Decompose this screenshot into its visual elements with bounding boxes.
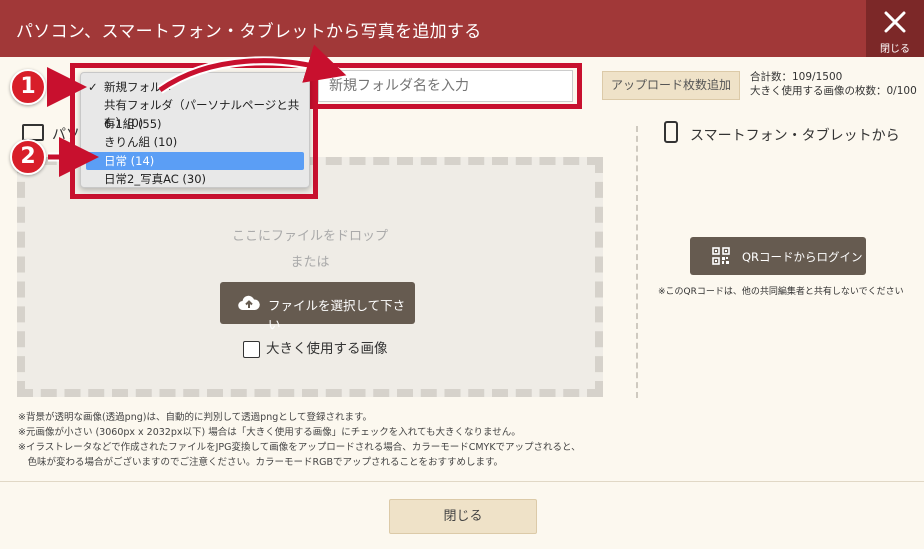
dialog-header: パソコン、スマートフォン・タブレットから写真を追加する 閉じる bbox=[0, 0, 924, 57]
dropdown-option-label: 日常 (14) bbox=[104, 153, 155, 168]
large-image-count: 大きく使用する画像の枚数：0/100 bbox=[750, 85, 917, 97]
or-text: または bbox=[290, 255, 330, 270]
folder-select-dropdown[interactable]: ✓ 新規フォルダ 共有フォルダ（パーソナルページと共有）(0) 6-1組 (55)… bbox=[80, 72, 310, 188]
qr-note: ※このQRコードは、他の共同編集者と共有しないでください bbox=[658, 287, 904, 297]
phone-section-label: スマートフォン・タブレットから bbox=[690, 128, 900, 144]
header-close-label: 閉じる bbox=[880, 44, 910, 55]
check-icon: ✓ bbox=[88, 80, 98, 94]
smartphone-icon bbox=[664, 121, 678, 143]
header-close-button[interactable]: 閉じる bbox=[866, 0, 924, 57]
note-line: ※背景が透明な画像(透過png)は、自動的に判別して透過pngとして登録されます… bbox=[18, 412, 373, 423]
dropdown-option-selected[interactable]: 日常 (14) bbox=[86, 151, 304, 170]
select-file-button[interactable]: ファイルを選択して下さい bbox=[220, 282, 415, 332]
footer-divider bbox=[0, 481, 924, 482]
qr-code-icon bbox=[712, 247, 730, 265]
note-line: ※イラストレータなどで作成されたファイルをJPG変換して画像をアップロードされる… bbox=[18, 442, 581, 453]
section-divider bbox=[636, 126, 638, 398]
large-image-checkbox-row[interactable]: 大きく使用する画像 bbox=[243, 337, 388, 358]
dropdown-option-label: 新規フォルダ bbox=[104, 80, 173, 94]
select-file-label: ファイルを選択して下さい bbox=[268, 298, 406, 332]
step-badge-2: 2 bbox=[10, 139, 46, 175]
note-line: 色味が変わる場合がございますのでご注意ください。カラーモードRGBでアップされる… bbox=[18, 457, 504, 468]
dropdown-option[interactable]: 日常2_写真AC (30) bbox=[86, 170, 304, 188]
dropdown-option[interactable]: きりん組 (10) bbox=[86, 133, 304, 151]
step-badge-1: 1 bbox=[10, 69, 46, 105]
total-info: 合計数：109/1500 大きく使用する画像の枚数：0/100 bbox=[750, 70, 917, 98]
dropdown-option-label: 日常2_写真AC (30) bbox=[104, 171, 207, 186]
qr-login-label: QRコードからログイン bbox=[742, 250, 863, 264]
large-image-checkbox[interactable] bbox=[243, 340, 260, 358]
close-icon bbox=[884, 11, 906, 33]
dropdown-option-label: 6-1組 (55) bbox=[104, 116, 162, 131]
notes: ※背景が透明な画像(透過png)は、自動的に判別して透過pngとして登録されます… bbox=[18, 410, 581, 470]
input-highlight-box bbox=[310, 63, 582, 109]
dropdown-option-label: きりん組 (10) bbox=[104, 135, 178, 150]
cloud-upload-icon bbox=[238, 295, 260, 311]
upload-count-add-button[interactable]: アップロード枚数追加 bbox=[602, 71, 740, 100]
note-line: ※元画像が小さい (3060px x 2032px以下) 場合は「大きく使用する… bbox=[18, 427, 521, 438]
footer-close-button[interactable]: 閉じる bbox=[389, 499, 537, 534]
dialog-title: パソコン、スマートフォン・タブレットから写真を追加する bbox=[16, 22, 482, 42]
dropdown-option[interactable]: 6-1組 (55) bbox=[86, 115, 304, 133]
qr-login-button[interactable]: QRコードからログイン bbox=[690, 237, 866, 275]
dropdown-option[interactable]: 共有フォルダ（パーソナルページと共有）(0) bbox=[86, 96, 304, 130]
total-count: 合計数：109/1500 bbox=[750, 71, 843, 83]
large-image-checkbox-label: 大きく使用する画像 bbox=[266, 341, 388, 357]
dropdown-option[interactable]: ✓ 新規フォルダ bbox=[86, 78, 304, 96]
drop-text: ここにファイルをドロップ bbox=[231, 229, 388, 244]
